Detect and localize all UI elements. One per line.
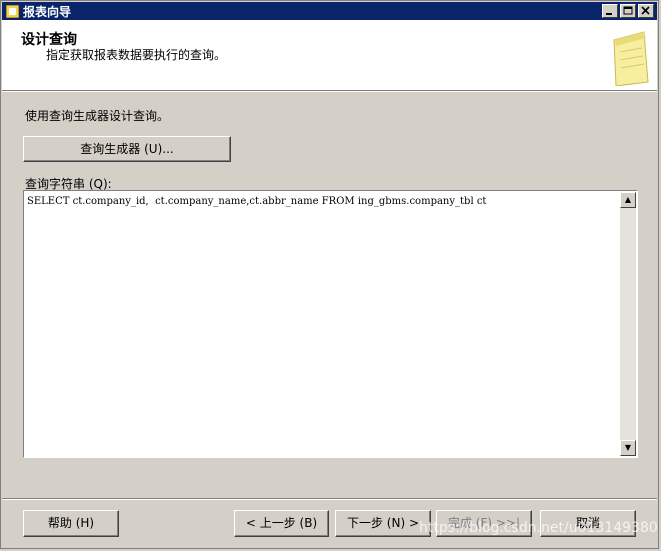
wizard-app-icon [5,4,20,18]
scroll-up-button[interactable]: ▲ [620,192,636,208]
header-divider [2,91,657,92]
maximize-button[interactable] [620,4,636,18]
watermark-text: https://blog.csdn.net/u013149380 [419,520,658,536]
query-builder-button[interactable]: 查询生成器 (U)... [23,136,231,162]
query-string-textarea[interactable]: SELECT ct.company_id, ct.company_name,ct… [23,190,638,458]
query-text[interactable]: SELECT ct.company_id, ct.company_name,ct… [25,192,619,456]
page-subtitle: 指定获取报表数据要执行的查询。 [46,48,227,62]
vertical-scrollbar[interactable]: ▲ ▼ [620,192,636,456]
minimize-button[interactable] [602,4,618,18]
window-title: 报表向导 [23,4,72,19]
help-button[interactable]: 帮助 (H) [23,510,119,537]
instruction-text: 使用查询生成器设计查询。 [25,109,170,123]
report-wizard-window: 报表向导 设计查询 指定获取报表数据要执行的查询。 使用查询生成器设计查询。 查… [0,0,659,549]
scroll-down-button[interactable]: ▼ [620,440,636,456]
wizard-header: 设计查询 指定获取报表数据要执行的查询。 [2,20,657,91]
back-button[interactable]: < 上一步 (B) [234,510,329,537]
notepad-icon [610,30,650,87]
next-button[interactable]: 下一步 (N) > [335,510,431,537]
close-button[interactable] [638,4,654,18]
title-bar[interactable]: 报表向导 [2,2,657,20]
footer-divider-highlight [2,499,657,500]
